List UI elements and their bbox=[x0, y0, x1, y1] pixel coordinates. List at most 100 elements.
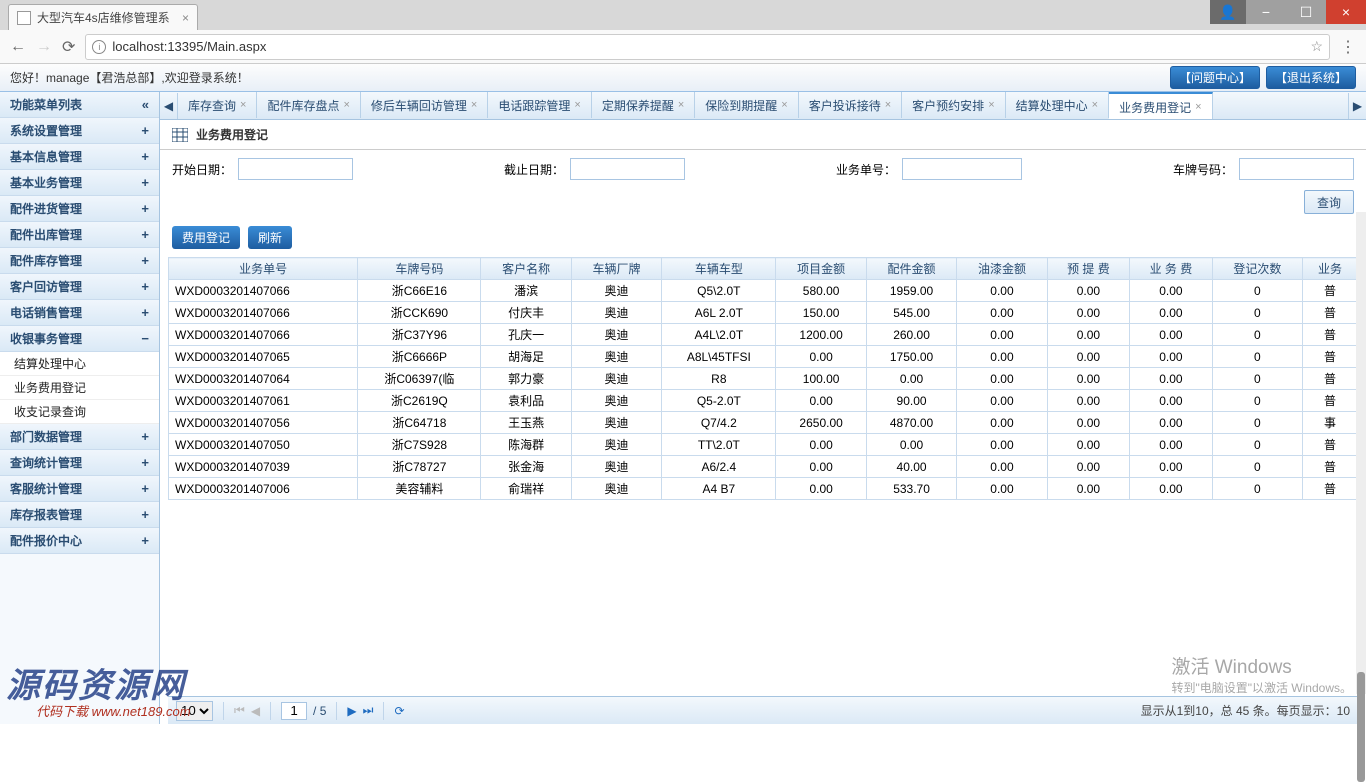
sidebar-group[interactable]: 配件进货管理+ bbox=[0, 196, 159, 222]
sidebar-group[interactable]: 系统设置管理+ bbox=[0, 118, 159, 144]
column-header[interactable]: 车辆厂牌 bbox=[571, 258, 661, 280]
browser-tab[interactable]: 大型汽车4s店维修管理系 × bbox=[8, 4, 198, 30]
column-header[interactable]: 项目金额 bbox=[776, 258, 866, 280]
sidebar-subitem[interactable]: 结算处理中心 bbox=[0, 352, 159, 376]
sidebar-group[interactable]: 客户回访管理+ bbox=[0, 274, 159, 300]
table-row[interactable]: WXD0003201407061浙C2619Q袁利品奥迪Q5-2.0T0.009… bbox=[169, 390, 1358, 412]
tab-close-icon[interactable]: × bbox=[678, 99, 684, 111]
table-row[interactable]: WXD0003201407064浙C06397(临郭力豪奥迪R8100.000.… bbox=[169, 368, 1358, 390]
content-tab[interactable]: 业务费用登记× bbox=[1109, 92, 1212, 119]
window-close-button[interactable]: × bbox=[1326, 0, 1366, 24]
column-header[interactable]: 配件金额 bbox=[866, 258, 956, 280]
sidebar-group[interactable]: 配件出库管理+ bbox=[0, 222, 159, 248]
sidebar: 功能菜单列表 « 系统设置管理+基本信息管理+基本业务管理+配件进货管理+配件出… bbox=[0, 92, 160, 724]
content-tab[interactable]: 客户投诉接待× bbox=[799, 92, 902, 118]
collapse-icon[interactable]: « bbox=[142, 97, 149, 112]
maximize-button[interactable]: ☐ bbox=[1286, 0, 1326, 24]
table-row[interactable]: WXD0003201407050浙C7S928陈海群奥迪TT\2.0T0.000… bbox=[169, 434, 1358, 456]
column-header[interactable]: 车牌号码 bbox=[358, 258, 481, 280]
back-button[interactable]: ← bbox=[10, 38, 26, 56]
tab-close-icon[interactable]: × bbox=[574, 99, 580, 111]
info-icon[interactable]: i bbox=[92, 40, 106, 54]
page-input[interactable] bbox=[281, 702, 307, 720]
sidebar-subitem[interactable]: 业务费用登记 bbox=[0, 376, 159, 400]
page-title: 业务费用登记 bbox=[196, 126, 268, 143]
tab-close-icon[interactable]: × bbox=[343, 99, 349, 111]
sidebar-group[interactable]: 配件报价中心+ bbox=[0, 528, 159, 554]
sidebar-group[interactable]: 基本信息管理+ bbox=[0, 144, 159, 170]
table-row[interactable]: WXD0003201407066浙CCK690付庆丰奥迪A6L 2.0T150.… bbox=[169, 302, 1358, 324]
column-header[interactable]: 油漆金额 bbox=[957, 258, 1047, 280]
plus-icon: + bbox=[141, 253, 149, 268]
fee-register-button[interactable]: 费用登记 bbox=[172, 226, 240, 249]
prev-page-button[interactable]: ◀ bbox=[251, 704, 260, 718]
table-row[interactable]: WXD0003201407039浙C78727张金海奥迪A6/2.40.0040… bbox=[169, 456, 1358, 478]
menu-icon[interactable]: ⋮ bbox=[1340, 37, 1356, 57]
column-header[interactable]: 业 务 费 bbox=[1130, 258, 1213, 280]
sidebar-title[interactable]: 功能菜单列表 « bbox=[0, 92, 159, 118]
content-tab[interactable]: 电话跟踪管理× bbox=[488, 92, 591, 118]
start-date-input[interactable] bbox=[238, 158, 353, 180]
url-input[interactable]: i localhost:13395/Main.aspx ☆ bbox=[85, 34, 1330, 60]
content-tab[interactable]: 客户预约安排× bbox=[902, 92, 1005, 118]
close-icon[interactable]: × bbox=[182, 11, 189, 25]
problem-center-button[interactable]: 【问题中心】 bbox=[1170, 66, 1260, 89]
content-tab[interactable]: 库存查询× bbox=[178, 92, 257, 118]
end-date-input[interactable] bbox=[570, 158, 685, 180]
content-tab[interactable]: 配件库存盘点× bbox=[257, 92, 360, 118]
column-header[interactable]: 车辆车型 bbox=[662, 258, 776, 280]
first-page-button[interactable]: ⏮ bbox=[234, 703, 245, 718]
reload-grid-button[interactable]: ⟳ bbox=[394, 704, 404, 718]
tab-close-icon[interactable]: × bbox=[988, 99, 994, 111]
sidebar-group[interactable]: 客服统计管理+ bbox=[0, 476, 159, 502]
sidebar-group[interactable]: 查询统计管理+ bbox=[0, 450, 159, 476]
sidebar-group[interactable]: 收银事务管理− bbox=[0, 326, 159, 352]
sidebar-group[interactable]: 库存报表管理+ bbox=[0, 502, 159, 528]
table-row[interactable]: WXD0003201407056浙C64718王玉燕奥迪Q7/4.22650.0… bbox=[169, 412, 1358, 434]
minimize-button[interactable]: − bbox=[1246, 0, 1286, 24]
order-no-input[interactable] bbox=[902, 158, 1022, 180]
sidebar-group[interactable]: 配件库存管理+ bbox=[0, 248, 159, 274]
page-size-select[interactable]: 10 bbox=[176, 701, 213, 721]
user-icon[interactable]: 👤 bbox=[1210, 0, 1246, 24]
tab-close-icon[interactable]: × bbox=[885, 99, 891, 111]
column-header[interactable]: 业务 bbox=[1303, 258, 1358, 280]
column-header[interactable]: 预 提 费 bbox=[1047, 258, 1130, 280]
content-tab[interactable]: 保险到期提醒× bbox=[695, 92, 798, 118]
plus-icon: + bbox=[141, 201, 149, 216]
last-page-button[interactable]: ⏭ bbox=[363, 703, 374, 718]
plus-icon: + bbox=[141, 227, 149, 242]
sidebar-subitem[interactable]: 收支记录查询 bbox=[0, 400, 159, 424]
refresh-button[interactable]: 刷新 bbox=[248, 226, 292, 249]
sidebar-group[interactable]: 电话销售管理+ bbox=[0, 300, 159, 326]
column-header[interactable]: 客户名称 bbox=[481, 258, 571, 280]
next-page-button[interactable]: ▶ bbox=[347, 704, 356, 718]
column-header[interactable]: 业务单号 bbox=[169, 258, 358, 280]
tab-close-icon[interactable]: × bbox=[1195, 101, 1201, 113]
tab-scroll-right[interactable]: ▶ bbox=[1348, 93, 1366, 119]
table-row[interactable]: WXD0003201407006美容辅料俞瑞祥奥迪A4 B70.00533.70… bbox=[169, 478, 1358, 500]
content-tab[interactable]: 修后车辆回访管理× bbox=[361, 92, 488, 118]
tab-close-icon[interactable]: × bbox=[1092, 99, 1098, 111]
column-header[interactable]: 登记次数 bbox=[1212, 258, 1302, 280]
data-grid[interactable]: 业务单号车牌号码客户名称车辆厂牌车辆车型项目金额配件金额油漆金额预 提 费业 务… bbox=[160, 257, 1366, 696]
plus-icon: + bbox=[141, 305, 149, 320]
bookmark-icon[interactable]: ☆ bbox=[1310, 38, 1323, 55]
tab-scroll-left[interactable]: ◀ bbox=[160, 93, 178, 119]
table-row[interactable]: WXD0003201407065浙C6666P胡海足奥迪A8L\45TFSI0.… bbox=[169, 346, 1358, 368]
scrollbar[interactable] bbox=[1356, 212, 1366, 694]
table-row[interactable]: WXD0003201407066浙C37Y96孔庆一奥迪A4L\2.0T1200… bbox=[169, 324, 1358, 346]
sidebar-group[interactable]: 部门数据管理+ bbox=[0, 424, 159, 450]
content-tab[interactable]: 结算处理中心× bbox=[1006, 92, 1109, 118]
logout-button[interactable]: 【退出系统】 bbox=[1266, 66, 1356, 89]
tab-close-icon[interactable]: × bbox=[471, 99, 477, 111]
forward-button[interactable]: → bbox=[36, 38, 52, 56]
reload-button[interactable]: ⟳ bbox=[62, 37, 75, 57]
tab-close-icon[interactable]: × bbox=[240, 99, 246, 111]
table-row[interactable]: WXD0003201407066浙C66E16潘滨奥迪Q5\2.0T580.00… bbox=[169, 280, 1358, 302]
plate-no-input[interactable] bbox=[1239, 158, 1354, 180]
query-button[interactable]: 查询 bbox=[1304, 190, 1354, 214]
tab-close-icon[interactable]: × bbox=[781, 99, 787, 111]
content-tab[interactable]: 定期保养提醒× bbox=[592, 92, 695, 118]
sidebar-group[interactable]: 基本业务管理+ bbox=[0, 170, 159, 196]
